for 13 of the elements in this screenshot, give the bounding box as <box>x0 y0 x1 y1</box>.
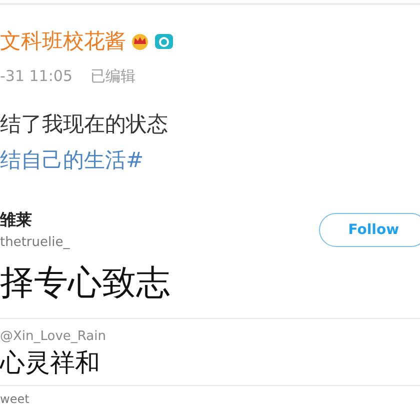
edited-label: 已编辑 <box>90 67 136 86</box>
author-name[interactable]: 文科班校花酱 <box>0 27 126 55</box>
user-name: 雏莱 <box>0 210 33 231</box>
crown-icon <box>130 32 150 50</box>
post-text: 结了我现在的状态 <box>0 111 169 138</box>
user-handle: thetruelie_ <box>0 235 70 250</box>
hashtag-link[interactable]: 结自己的生活# <box>0 146 420 174</box>
camera-icon <box>154 32 174 50</box>
tweet-link[interactable]: weet <box>0 392 420 406</box>
post-time: -31 11:05 <box>0 67 72 86</box>
follow-button[interactable]: Follow <box>319 213 420 247</box>
reply-handle: @Xin_Love_Rain <box>0 329 107 344</box>
tweet-text: 择专心致志 <box>0 260 420 319</box>
